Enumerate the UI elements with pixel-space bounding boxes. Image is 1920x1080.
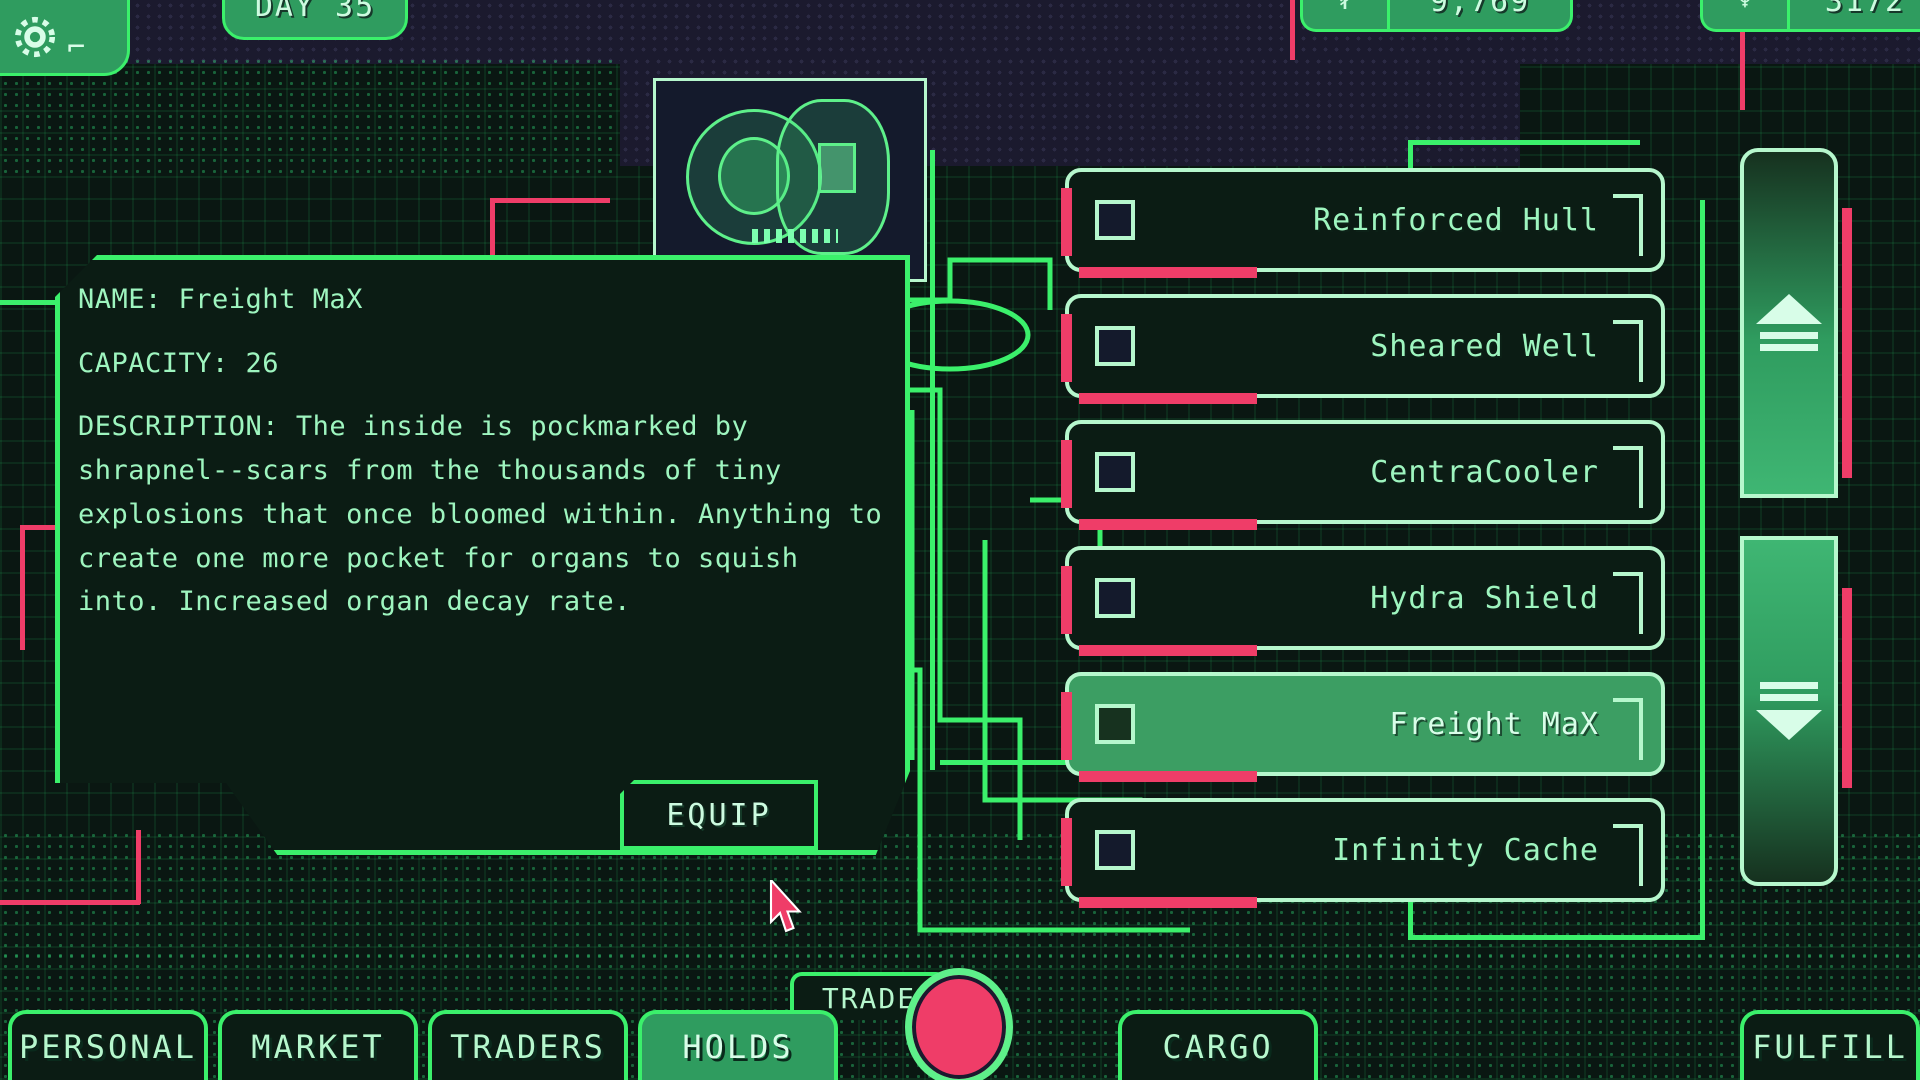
- ship-schematic-preview: [653, 78, 927, 282]
- hold-item-label: Reinforced Hull: [1313, 202, 1599, 238]
- gear-icon: [14, 16, 56, 58]
- hold-name-line: NAME: Freight MaX: [78, 284, 363, 315]
- row-accent-pink: [1061, 440, 1072, 508]
- hold-description-line: DESCRIPTION: The inside is pockmarked by: [78, 411, 749, 443]
- ship-detail-strip: [752, 229, 838, 243]
- settings-glyph: ⌐: [67, 30, 86, 65]
- scrollbar-accent: [1842, 588, 1852, 788]
- scroll-down-button[interactable]: [1740, 536, 1838, 886]
- hold-description-line: explosions that once bloomed within. Any…: [78, 498, 883, 530]
- row-accent-pink: [1061, 692, 1072, 760]
- row-accent-pink: [1061, 188, 1072, 256]
- hold-list-item[interactable]: Sheared Well: [1061, 294, 1665, 404]
- currency-value: 9,769: [1387, 0, 1573, 32]
- hold-description-line: shrapnel--scars from the thousands of ti…: [78, 455, 782, 487]
- hold-list-item[interactable]: CentraCooler: [1061, 420, 1665, 530]
- hold-list-scrollbar[interactable]: [1730, 148, 1852, 928]
- hold-list-item[interactable]: Hydra Shield: [1061, 546, 1665, 656]
- tab-fulfill[interactable]: FULFILL: [1740, 1010, 1920, 1080]
- row-accent-pink: [1061, 314, 1072, 382]
- hold-item-label: Freight MaX: [1389, 706, 1599, 742]
- row-accent-pink: [1061, 566, 1072, 634]
- row-bracket-icon: [1613, 698, 1643, 760]
- hold-info-text: NAME: Freight MaX CAPACITY: 26 DESCRIPTI…: [78, 278, 887, 624]
- deco-wire: [1410, 140, 1640, 145]
- deco-wire-pink: [20, 530, 25, 650]
- deco-wire: [1700, 200, 1705, 940]
- hold-description-line: create one more pocket for organs to squ…: [78, 542, 799, 574]
- tab-traders[interactable]: TRADERS: [428, 1010, 628, 1080]
- row-accent-pink: [1061, 818, 1072, 886]
- row-accent-bar: [1079, 897, 1257, 908]
- hold-list: Reinforced Hull Sheared Well CentraCoole…: [1061, 168, 1685, 918]
- deco-wire-pink: [490, 200, 495, 260]
- hold-checkbox[interactable]: [1095, 326, 1135, 366]
- deco-wire-pink: [490, 198, 610, 203]
- row-accent-bar: [1079, 393, 1257, 404]
- trophy-value: 3172: [1787, 0, 1920, 32]
- hold-info-panel: NAME: Freight MaX CAPACITY: 26 DESCRIPTI…: [55, 255, 910, 855]
- deco-wire: [0, 300, 60, 305]
- row-bracket-icon: [1613, 824, 1643, 886]
- hold-checkbox[interactable]: [1095, 452, 1135, 492]
- hold-checkbox[interactable]: [1095, 704, 1135, 744]
- scrollbar-accent: [1842, 208, 1852, 478]
- deco-wire: [930, 150, 935, 770]
- top-status-bar: ⌐ DAY 35 ₮ 9,769 ♆ 3172: [0, 0, 1920, 76]
- hold-checkbox[interactable]: [1095, 200, 1135, 240]
- hold-checkbox[interactable]: [1095, 578, 1135, 618]
- currency-icon: ₮: [1300, 0, 1387, 32]
- resource-currency: ₮ 9,769: [1300, 0, 1573, 32]
- tab-market[interactable]: MARKET: [218, 1010, 418, 1080]
- scroll-up-button[interactable]: [1740, 148, 1838, 498]
- game-screen: ⌐ DAY 35 ₮ 9,769 ♆ 3172 NAME: Freight Ma…: [0, 0, 1920, 1080]
- hold-list-item-selected[interactable]: Freight MaX: [1061, 672, 1665, 782]
- hold-item-label: Sheared Well: [1370, 328, 1599, 364]
- settings-button[interactable]: ⌐: [0, 0, 130, 76]
- hold-capacity-line: CAPACITY: 26: [78, 347, 280, 379]
- tab-personal[interactable]: PERSONAL: [8, 1010, 208, 1080]
- row-accent-bar: [1079, 519, 1257, 530]
- hold-list-item[interactable]: Infinity Cache: [1061, 798, 1665, 908]
- hold-list-item[interactable]: Reinforced Hull: [1061, 168, 1665, 278]
- row-bracket-icon: [1613, 446, 1643, 508]
- row-accent-bar: [1079, 267, 1257, 278]
- tab-holds[interactable]: HOLDS: [638, 1010, 838, 1080]
- day-counter: DAY 35: [222, 0, 408, 40]
- row-bracket-icon: [1613, 320, 1643, 382]
- scroll-up-arrow-icon: [1756, 294, 1822, 352]
- equip-button[interactable]: EQUIP: [620, 780, 818, 850]
- tab-cargo[interactable]: CARGO: [1118, 1010, 1318, 1080]
- hold-checkbox[interactable]: [1095, 830, 1135, 870]
- row-bracket-icon: [1613, 572, 1643, 634]
- ship-module: [818, 143, 856, 193]
- resource-trophy: ♆ 3172: [1700, 0, 1920, 32]
- deco-wire-pink: [136, 830, 141, 904]
- hold-description-line: into. Increased organ decay rate.: [78, 586, 631, 618]
- hold-item-label: CentraCooler: [1370, 454, 1599, 490]
- row-accent-bar: [1079, 645, 1257, 656]
- bottom-navigation-bar: PERSONAL MARKET TRADERS HOLDS CARGO FULF…: [0, 1010, 1920, 1080]
- row-bracket-icon: [1613, 194, 1643, 256]
- scroll-down-arrow-icon: [1756, 682, 1822, 740]
- deco-wire: [1410, 935, 1705, 940]
- mouse-cursor: [769, 880, 802, 933]
- deco-wire-pink: [0, 900, 140, 905]
- hold-item-label: Hydra Shield: [1370, 580, 1599, 616]
- trophy-icon: ♆: [1700, 0, 1787, 32]
- hold-item-label: Infinity Cache: [1332, 832, 1599, 868]
- row-accent-bar: [1079, 771, 1257, 782]
